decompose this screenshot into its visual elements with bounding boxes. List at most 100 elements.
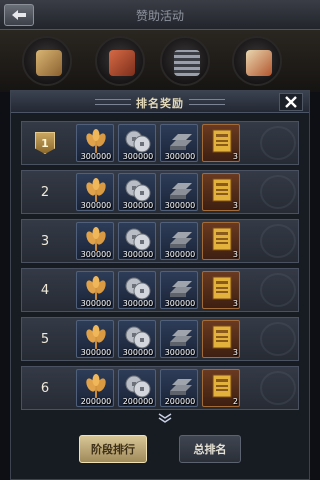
book-icon [212,325,232,349]
reward-quantity: 3 [232,201,238,210]
reward-quantity: 300000 [80,348,112,357]
coins-reward[interactable]: 300000 [118,124,156,162]
rank-cell: 4 [22,269,68,311]
reward-quantity: 2 [232,397,238,406]
wheat-reward[interactable]: 300000 [76,124,114,162]
page-title: 赞助活动 [135,9,184,23]
dragon-emblem-icon [260,126,296,160]
book-icon [212,129,232,153]
book-reward[interactable]: 2 [202,369,240,407]
coins-reward[interactable]: 300000 [118,222,156,260]
dragon-emblem-icon [260,273,296,307]
rank-badge: 1 [35,132,55,154]
rank-number: 6 [40,380,50,396]
iron-reward[interactable]: 300000 [160,320,198,358]
reward-quantity: 300000 [164,201,196,210]
book-icon [212,227,232,251]
reward-quantity: 3 [232,250,238,259]
reward-quantity: 300000 [164,152,196,161]
book-reward[interactable]: 3 [202,173,240,211]
book-icon [212,276,232,300]
book-icon [212,178,232,202]
reward-quantity: 300000 [122,250,154,259]
book-reward[interactable]: 3 [202,222,240,260]
iron-reward[interactable]: 300000 [160,271,198,309]
wheat-reward[interactable]: 200000 [76,369,114,407]
reward-row: 5 300000 300000 300000 3 [21,317,299,361]
book-reward[interactable]: 3 [202,124,240,162]
rank-number: 3 [40,233,50,249]
iron-ingot-icon [170,183,192,199]
panel-header: 排名奖励 [11,91,309,113]
wheat-reward[interactable]: 300000 [76,271,114,309]
reward-quantity: 200000 [164,397,196,406]
event-icons-row [0,30,320,92]
stage-rank-button[interactable]: 阶段排行 [79,435,147,463]
rank-cell: 3 [22,220,68,262]
header-ornament-right [189,99,225,105]
total-rank-button[interactable]: 总排名 [179,435,241,463]
close-icon [285,96,297,108]
wheat-icon [86,325,106,349]
reward-quantity: 300000 [164,250,196,259]
wheat-icon [86,374,106,398]
iron-reward[interactable]: 200000 [160,369,198,407]
reward-row: 4 300000 300000 300000 3 [21,268,299,312]
book-reward[interactable]: 3 [202,271,240,309]
coins-icon [125,228,151,251]
coins-icon [125,326,151,349]
reward-quantity: 300000 [122,152,154,161]
reward-row: 3 300000 300000 300000 3 [21,219,299,263]
rank-cell: 1 [22,122,68,164]
dragon-emblem-icon [260,322,296,356]
iron-reward[interactable]: 300000 [160,124,198,162]
reward-quantity: 3 [232,299,238,308]
rank-number: 5 [40,331,50,347]
coins-reward[interactable]: 300000 [118,320,156,358]
reward-row: 1 300000 300000 300000 3 [21,121,299,165]
coins-reward[interactable]: 300000 [118,173,156,211]
dragon-emblem-icon [260,371,296,405]
rank-number: 4 [40,282,50,298]
rank-number: 2 [40,184,50,200]
reward-quantity: 300000 [122,348,154,357]
coins-icon [125,375,151,398]
iron-ingot-icon [170,281,192,297]
event-scroll-icon[interactable] [22,36,72,86]
iron-ingot-icon [170,379,192,395]
reward-quantity: 200000 [80,397,112,406]
coins-icon [125,179,151,202]
coins-reward[interactable]: 200000 [118,369,156,407]
wheat-icon [86,227,106,251]
event-treasure-icon[interactable] [232,36,282,86]
chevron-down-icon[interactable] [157,413,173,423]
iron-ingot-icon [170,232,192,248]
iron-reward[interactable]: 300000 [160,173,198,211]
iron-reward[interactable]: 300000 [160,222,198,260]
reward-quantity: 200000 [122,397,154,406]
dragon-emblem-icon [260,224,296,258]
reward-quantity: 300000 [122,299,154,308]
reward-list[interactable]: 1 300000 300000 300000 3 2 300000 300000 300000 3… [21,121,299,419]
wheat-icon [86,129,106,153]
top-bar: 赞助活动 [0,0,320,30]
wheat-icon [86,178,106,202]
wheat-reward[interactable]: 300000 [76,173,114,211]
dragon-emblem-icon [260,175,296,209]
ranking-reward-panel: 排名奖励 1 300000 300000 300000 3 2 300000 300000 30… [10,90,310,480]
panel-title: 排名奖励 [136,97,184,110]
rank-cell: 6 [22,367,68,409]
wheat-reward[interactable]: 300000 [76,320,114,358]
close-button[interactable] [279,93,303,111]
reward-quantity: 300000 [122,201,154,210]
reward-quantity: 300000 [80,250,112,259]
book-reward[interactable]: 3 [202,320,240,358]
iron-ingot-icon [170,330,192,346]
event-chest-icon[interactable] [95,36,145,86]
coins-reward[interactable]: 300000 [118,271,156,309]
wheat-reward[interactable]: 300000 [76,222,114,260]
book-icon [212,374,232,398]
reward-quantity: 300000 [80,201,112,210]
event-calendar-icon[interactable] [160,36,210,86]
reward-quantity: 300000 [164,348,196,357]
